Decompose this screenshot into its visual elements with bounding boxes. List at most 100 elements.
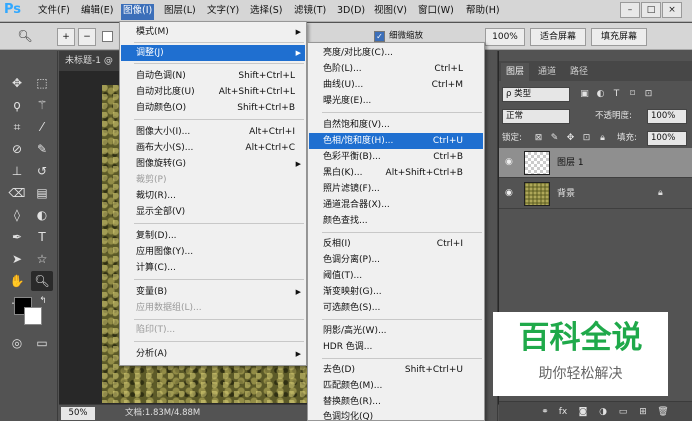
menu-item-match-color[interactable]: 匹配颜色(M)... [309, 378, 483, 394]
menu-item-shadows-highlights[interactable]: 阴影/高光(W)... [309, 323, 483, 339]
adjustment-layer-icon[interactable]: ◑ [597, 406, 609, 418]
hand-tool-icon[interactable]: ✋ [6, 271, 28, 291]
menu-item-image-size[interactable]: 图像大小(I)... Alt+Ctrl+I [121, 124, 305, 140]
menu-item-auto-contrast[interactable]: 自动对比度(U) Alt+Shift+Ctrl+L [121, 84, 305, 100]
menu-item-gradient-map[interactable]: 渐变映射(G)... [309, 284, 483, 300]
pen-tool-icon[interactable]: ✒ [6, 227, 28, 247]
menu-item-adjustments[interactable]: 调整(J) ▶ [121, 45, 305, 61]
menu-item-canvas-size[interactable]: 画布大小(S)... Alt+Ctrl+C [121, 140, 305, 156]
menu-item-black-white[interactable]: 黑白(K)... Alt+Shift+Ctrl+B [309, 165, 483, 181]
menu-item-apply-image[interactable]: 应用图像(Y)... [121, 244, 305, 260]
menu-item-channel-mixer[interactable]: 通道混合器(X)... [309, 197, 483, 213]
quick-mask-icon[interactable]: ◎ [6, 333, 28, 353]
menu-image[interactable]: 图像(I) [121, 4, 155, 20]
scrubby-zoom-checkbox[interactable]: ✓ [374, 31, 385, 42]
menu-select[interactable]: 选择(S) [250, 4, 282, 20]
fill-field[interactable]: 100% [647, 131, 687, 146]
filter-pixel-icon[interactable]: ▣ [579, 89, 590, 100]
menu-type[interactable]: 文字(Y) [207, 4, 239, 20]
layer-name[interactable]: 背景 [557, 187, 575, 201]
shape-tool-icon[interactable]: ☆ [31, 249, 53, 269]
filter-smart-object-icon[interactable]: ⊡ [643, 89, 654, 100]
gradient-tool-icon[interactable]: ▤ [31, 183, 53, 203]
menu-item-auto-tone[interactable]: 自动色调(N) Shift+Ctrl+L [121, 68, 305, 84]
menu-3d[interactable]: 3D(D) [337, 4, 365, 20]
lock-artboard-icon[interactable]: ⊡ [581, 133, 592, 144]
lock-image-icon[interactable]: ✎ [549, 133, 560, 144]
restore-button[interactable]: □ [641, 2, 661, 18]
zoom-percent-field[interactable]: 100% [485, 28, 525, 46]
menu-file[interactable]: 文件(F) [38, 4, 70, 20]
menu-layer[interactable]: 图层(L) [164, 4, 196, 20]
zoom-tool-icon[interactable]: 🔍︎ [31, 271, 53, 291]
menu-item-replace-color[interactable]: 替换颜色(R)... [309, 394, 483, 410]
menu-window[interactable]: 窗口(W) [418, 4, 454, 20]
menu-filter[interactable]: 滤镜(T) [294, 4, 326, 20]
lock-transparent-icon[interactable]: ⊠ [533, 133, 544, 144]
zoom-in-icon[interactable]: + [57, 28, 75, 46]
layer-row[interactable]: ◉ 背景 🔒︎ [499, 179, 692, 209]
menu-view[interactable]: 视图(V) [374, 4, 407, 20]
tab-paths[interactable]: 路径 [565, 63, 593, 81]
menu-item-posterize[interactable]: 色调分离(P)... [309, 252, 483, 268]
menu-item-hdr-toning[interactable]: HDR 色调... [309, 339, 483, 355]
menu-item-color-balance[interactable]: 色彩平衡(B)... Ctrl+B [309, 149, 483, 165]
visibility-eye-icon[interactable]: ◉ [505, 188, 516, 199]
menu-item-equalize[interactable]: 色调均化(Q) [309, 409, 483, 421]
fill-screen-button[interactable]: 填充屏幕 [591, 28, 647, 46]
layer-style-icon[interactable]: fx [557, 406, 569, 418]
delete-layer-icon[interactable]: 🗑︎ [657, 406, 669, 418]
crop-tool-icon[interactable]: ⌗ [6, 117, 28, 137]
menu-item-hue-saturation[interactable]: 色相/饱和度(H)... Ctrl+U [309, 133, 483, 149]
marquee-tool-icon[interactable]: ⬚ [31, 73, 53, 93]
menu-item-levels[interactable]: 色阶(L)... Ctrl+L [309, 61, 483, 77]
lasso-tool-icon[interactable]: ϙ [6, 95, 28, 115]
zoom-level-field[interactable]: 50% [61, 407, 95, 420]
lock-all-icon[interactable]: 🔒︎ [597, 133, 608, 144]
type-tool-icon[interactable]: T [31, 227, 53, 247]
tab-layers[interactable]: 图层 [501, 63, 530, 81]
eraser-icon[interactable]: ⌫ [6, 183, 28, 203]
menu-item-mode[interactable]: 模式(M) ▶ [121, 24, 305, 40]
menu-item-desaturate[interactable]: 去色(D) Shift+Ctrl+U [309, 362, 483, 378]
history-brush-icon[interactable]: ↺ [31, 161, 53, 181]
swap-colors-icon[interactable]: ↰ [32, 291, 54, 311]
layer-filter-select[interactable]: ρ 类型 [502, 87, 570, 102]
menu-item-image-rotation[interactable]: 图像旋转(G) ▶ [121, 156, 305, 172]
fit-screen-button[interactable]: 适合屏幕 [530, 28, 586, 46]
menu-item-invert[interactable]: 反相(I) Ctrl+I [309, 236, 483, 252]
menu-item-variables[interactable]: 变量(B) ▶ [121, 284, 305, 300]
add-mask-icon[interactable]: ◙ [577, 406, 589, 418]
blend-mode-select[interactable]: 正常 [502, 109, 570, 124]
layer-name[interactable]: 图层 1 [557, 156, 584, 170]
new-group-icon[interactable]: ▭ [617, 406, 629, 418]
path-selection-icon[interactable]: ➤ [6, 249, 28, 269]
menu-item-selective-color[interactable]: 可选颜色(S)... [309, 300, 483, 316]
menu-edit[interactable]: 编辑(E) [81, 4, 113, 20]
filter-shape-icon[interactable]: ⌑ [627, 89, 638, 100]
minimize-button[interactable]: – [620, 2, 640, 18]
close-button[interactable]: × [662, 2, 682, 18]
screen-mode-icon[interactable]: ▭ [31, 333, 53, 353]
opacity-field[interactable]: 100% [647, 109, 687, 124]
menu-item-color-lookup[interactable]: 颜色查找... [309, 213, 483, 229]
filter-adjustment-icon[interactable]: ◐ [595, 89, 606, 100]
move-tool-icon[interactable]: ✥ [6, 73, 28, 93]
menu-item-analysis[interactable]: 分析(A) ▶ [121, 346, 305, 362]
tab-channels[interactable]: 通道 [533, 63, 561, 81]
new-layer-icon[interactable]: ⊞ [637, 406, 649, 418]
eyedropper-icon[interactable]: ⁄ [31, 117, 53, 137]
visibility-eye-icon[interactable]: ◉ [505, 157, 516, 168]
resize-windows-checkbox[interactable] [102, 31, 113, 42]
menu-item-vibrance[interactable]: 自然饱和度(V)... [309, 117, 483, 133]
filter-type-icon[interactable]: T [611, 89, 622, 100]
brush-tool-icon[interactable]: ✎ [31, 139, 53, 159]
link-layers-icon[interactable]: ⚭ [539, 406, 551, 418]
menu-item-photo-filter[interactable]: 照片滤镜(F)... [309, 181, 483, 197]
zoom-out-icon[interactable]: − [78, 28, 96, 46]
menu-item-trim[interactable]: 裁切(R)... [121, 188, 305, 204]
magic-wand-icon[interactable]: ⚚ [31, 95, 53, 115]
menu-item-duplicate[interactable]: 复制(D)... [121, 228, 305, 244]
menu-item-curves[interactable]: 曲线(U)... Ctrl+M [309, 77, 483, 93]
menu-help[interactable]: 帮助(H) [466, 4, 500, 20]
